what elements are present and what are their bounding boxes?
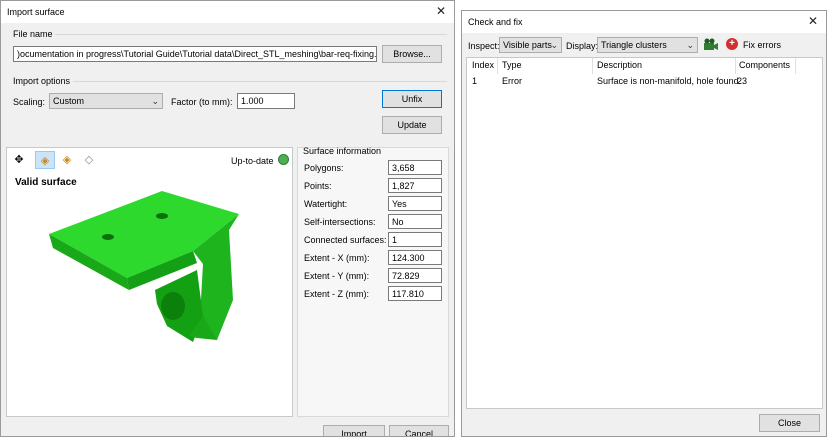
table-row[interactable]: 1 Error Surface is non-manifold, hole fo…: [467, 74, 797, 88]
check-dialog-titlebar: Check and fix ✕: [462, 11, 826, 33]
info-label-polygons: Polygons:: [304, 163, 344, 173]
info-label-extent-x: Extent - X (mm):: [304, 253, 370, 263]
surface-info-label: Surface information: [303, 146, 382, 156]
surface-info-panel: Surface information Polygons: 3,658 Poin…: [297, 146, 449, 417]
check-and-fix-dialog: Check and fix ✕ Inspect: Visible parts ⌄…: [461, 10, 827, 437]
import-surface-dialog: Import surface ✕ File name )ocumentation…: [0, 0, 455, 437]
row-index: 1: [472, 76, 478, 86]
display-label: Display:: [566, 41, 599, 51]
display-select[interactable]: Triangle clusters ⌄: [597, 37, 698, 53]
inspect-select-value: Visible parts: [503, 40, 552, 50]
info-value-connected-surfaces: 1: [388, 232, 442, 247]
row-description: Surface is non-manifold, hole found.: [597, 76, 742, 86]
factor-label: Factor (to mm):: [171, 97, 233, 107]
info-value-self-intersections: No: [388, 214, 442, 229]
errors-list[interactable]: Index Type Description Components 1 Erro…: [466, 57, 823, 409]
scaling-select[interactable]: Custom ⌄: [49, 93, 163, 109]
display-select-value: Triangle clusters: [601, 40, 667, 50]
close-icon[interactable]: ✕: [806, 14, 820, 28]
column-separator: [735, 58, 736, 74]
info-value-polygons: 3,658: [388, 160, 442, 175]
column-header-description[interactable]: Description: [597, 60, 642, 70]
file-name-divider: [55, 34, 447, 35]
browse-button[interactable]: Browse...: [382, 45, 442, 63]
column-header-index[interactable]: Index: [472, 60, 494, 70]
info-label-connected-surfaces: Connected surfaces:: [304, 235, 387, 245]
chevron-down-icon: ⌄: [151, 96, 159, 106]
file-path-input[interactable]: )ocumentation in progress\Tutorial Guide…: [13, 46, 377, 62]
row-type: Error: [502, 76, 522, 86]
import-button[interactable]: Import: [323, 425, 385, 436]
info-value-points: 1,827: [388, 178, 442, 193]
bracket-model: [49, 191, 239, 342]
column-header-type[interactable]: Type: [502, 60, 522, 70]
import-dialog-title: Import surface: [7, 7, 65, 17]
row-components: 23: [737, 76, 748, 86]
scaling-label: Scaling:: [13, 97, 46, 107]
cancel-button[interactable]: Cancel: [389, 425, 449, 436]
import-dialog-titlebar: Import surface ✕: [1, 1, 454, 23]
factor-input[interactable]: 1.000: [237, 93, 295, 109]
info-value-extent-y: 72.829: [388, 268, 442, 283]
check-dialog-title: Check and fix: [468, 17, 523, 27]
info-label-self-intersections: Self-intersections:: [304, 217, 376, 227]
info-label-extent-z: Extent - Z (mm):: [304, 289, 369, 299]
info-label-points: Points:: [304, 181, 332, 191]
import-options-label: Import options: [13, 76, 71, 86]
chevron-down-icon: ⌄: [686, 40, 694, 50]
column-separator: [497, 58, 498, 74]
column-separator: [795, 58, 796, 74]
info-value-extent-z: 117.810: [388, 286, 442, 301]
close-icon[interactable]: ✕: [434, 4, 448, 18]
inspect-select[interactable]: Visible parts ⌄: [499, 37, 562, 53]
close-button[interactable]: Close: [759, 414, 820, 432]
fix-errors-icon[interactable]: +: [726, 38, 738, 50]
column-header-components[interactable]: Components: [739, 60, 790, 70]
file-name-label: File name: [13, 29, 53, 39]
scaling-select-value: Custom: [53, 96, 85, 106]
update-button[interactable]: Update: [382, 116, 442, 134]
camera-icon[interactable]: [702, 37, 720, 53]
inspect-label: Inspect:: [468, 41, 500, 51]
info-value-watertight: Yes: [388, 196, 442, 211]
column-separator: [592, 58, 593, 74]
info-value-extent-x: 124.300: [388, 250, 442, 265]
info-label-watertight: Watertight:: [304, 199, 348, 209]
import-options-divider: [73, 81, 447, 82]
surface-viewport[interactable]: ✥ ◈ ◈ ◇ Up-to-date Valid surface: [6, 147, 293, 417]
fix-errors-button[interactable]: Fix errors: [743, 40, 781, 50]
unfix-button[interactable]: Unfix: [382, 90, 442, 108]
info-label-extent-y: Extent - Y (mm):: [304, 271, 370, 281]
chevron-down-icon: ⌄: [550, 40, 558, 50]
